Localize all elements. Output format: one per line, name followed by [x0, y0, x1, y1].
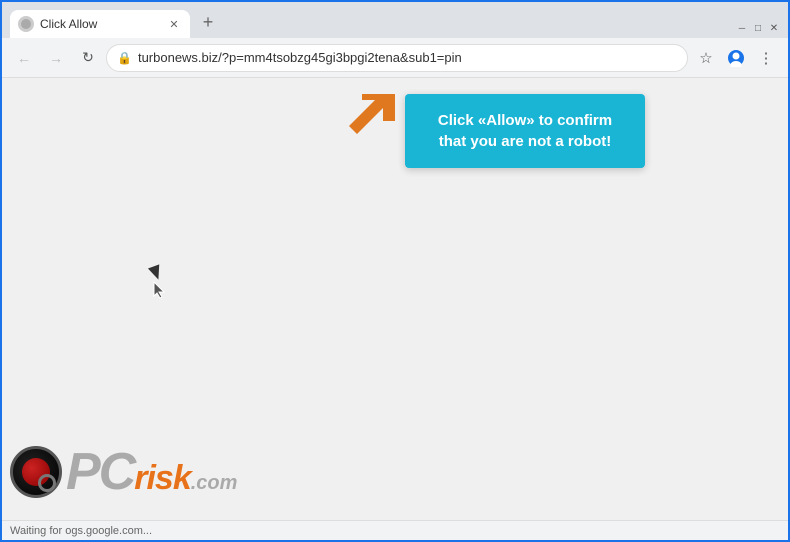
- notification-text: Click «Allow» to confirm that you are no…: [438, 112, 612, 150]
- minimize-button[interactable]: [736, 22, 748, 34]
- mouse-cursor: [150, 266, 170, 286]
- menu-button[interactable]: ⋮: [752, 44, 780, 72]
- address-bar[interactable]: 🔒 turbonews.biz/?p=mm4tsobzg45gi3bpgi2te…: [106, 44, 688, 72]
- account-button[interactable]: [722, 44, 750, 72]
- window-controls: [728, 22, 788, 38]
- tab-strip: Click Allow ✕ +: [10, 8, 728, 38]
- active-tab[interactable]: Click Allow ✕: [10, 10, 190, 38]
- notification-box: Click «Allow» to confirm that you are no…: [405, 94, 645, 168]
- pcrisk-logo-inner: [22, 458, 50, 486]
- browser-toolbar: ← → ↻ 🔒 turbonews.biz/?p=mm4tsobzg45gi3b…: [2, 38, 788, 78]
- tab-close-button[interactable]: ✕: [166, 16, 182, 32]
- lock-icon: 🔒: [117, 51, 132, 65]
- pcrisk-logo: [10, 446, 62, 498]
- close-button[interactable]: [768, 22, 780, 34]
- chrome-browser-window: Click Allow ✕ + ← → ↻ 🔒 turbonews.biz/?p…: [2, 2, 788, 540]
- url-text: turbonews.biz/?p=mm4tsobzg45gi3bpgi2tena…: [138, 50, 677, 65]
- refresh-button[interactable]: ↻: [74, 44, 102, 72]
- toolbar-actions: ☆ ⋮: [692, 44, 780, 72]
- status-text: Waiting for ogs.google.com...: [10, 525, 152, 537]
- back-button[interactable]: ←: [10, 44, 38, 72]
- notification-area: Click «Allow» to confirm that you are no…: [335, 94, 645, 168]
- new-tab-button[interactable]: +: [194, 8, 222, 36]
- tab-favicon: [18, 16, 34, 32]
- status-bar: Waiting for ogs.google.com...: [2, 520, 788, 540]
- pcrisk-watermark: PC risk .com: [10, 446, 237, 498]
- maximize-button[interactable]: [752, 22, 764, 34]
- pc-label: PC: [66, 446, 134, 498]
- forward-button[interactable]: →: [42, 44, 70, 72]
- tab-title: Click Allow: [40, 17, 160, 31]
- risk-label: risk: [134, 461, 191, 495]
- pcrisk-text: PC risk .com: [66, 446, 237, 498]
- title-bar: Click Allow ✕ +: [2, 2, 788, 38]
- com-label: .com: [191, 472, 238, 495]
- arrow-container: [335, 86, 405, 156]
- pcrisk-logo-glass: [38, 474, 56, 492]
- bookmark-button[interactable]: ☆: [692, 44, 720, 72]
- cursor-icon: [150, 280, 170, 300]
- page-content: Click «Allow» to confirm that you are no…: [2, 78, 788, 520]
- arrow-icon: [335, 86, 405, 156]
